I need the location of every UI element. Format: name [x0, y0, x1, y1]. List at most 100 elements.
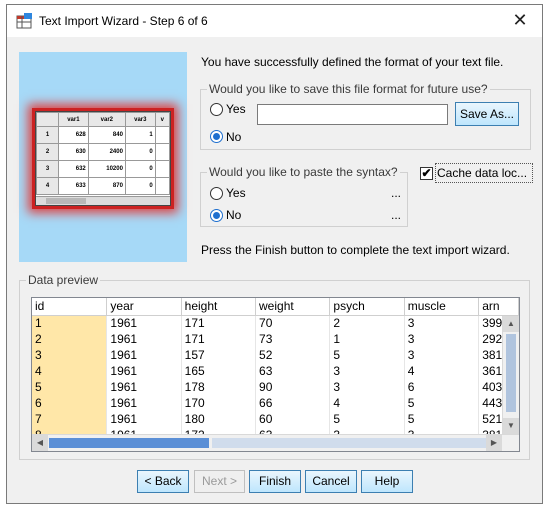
column-header[interactable]: height — [181, 298, 257, 316]
table-row: 2 1961 171 73 1 3 292 — [32, 331, 519, 347]
table-cell: 52 — [255, 347, 331, 363]
cancel-button[interactable]: Cancel — [305, 470, 357, 493]
illustration-cell: 0 — [124, 160, 156, 178]
intro-text: You have successfully defined the format… — [201, 55, 504, 69]
illustration-cell: 10200 — [87, 160, 126, 178]
illustration-cell: 1 — [124, 126, 156, 144]
table-cell: 4 — [404, 363, 480, 379]
column-header[interactable]: psych — [329, 298, 405, 316]
data-preview-grid[interactable]: id year height weight psych muscle arn 1… — [31, 297, 520, 452]
wizard-illustration: var1 var2 var3 v 1 628 840 1 2 630 2400 … — [19, 52, 187, 262]
column-header[interactable]: id — [32, 298, 108, 316]
illustration-cell: 0 — [124, 177, 156, 195]
illustration-row-header: 2 — [36, 143, 59, 161]
illustration-row-header: 4 — [36, 177, 59, 195]
column-header[interactable]: muscle — [404, 298, 480, 316]
preview-header-row: id year height weight psych muscle arn — [32, 298, 519, 316]
save-format-path-field[interactable] — [257, 104, 448, 125]
table-row: 4 1961 165 63 3 4 361 — [32, 363, 519, 379]
title-bar: Text Import Wizard - Step 6 of 6 ✕ — [7, 5, 542, 37]
save-format-yes-label[interactable]: Yes — [226, 102, 246, 116]
scroll-down-icon[interactable]: ▼ — [503, 418, 519, 434]
save-as-button[interactable]: Save As... — [455, 102, 519, 126]
close-icon[interactable]: ✕ — [498, 5, 542, 37]
table-cell: 1 — [32, 315, 108, 331]
scroll-up-icon[interactable]: ▲ — [503, 316, 519, 332]
table-cell: 1961 — [106, 363, 182, 379]
text-import-wizard-dialog: Text Import Wizard - Step 6 of 6 ✕ var1 … — [6, 4, 543, 504]
table-cell: 5 — [404, 395, 480, 411]
paste-syntax-yes-label[interactable]: Yes — [226, 186, 246, 200]
table-row: 6 1961 170 66 4 5 443 — [32, 395, 519, 411]
illustration-scrollbar — [36, 196, 170, 205]
illustration-cell: 870 — [87, 177, 126, 195]
table-cell: 178 — [181, 379, 257, 395]
save-format-yes-radio[interactable] — [210, 103, 223, 116]
table-cell: 171 — [181, 315, 257, 331]
table-cell: 180 — [181, 411, 257, 427]
column-header[interactable]: arn — [478, 298, 519, 316]
illustration-cell: 628 — [58, 126, 89, 144]
horizontal-scroll-track[interactable] — [212, 438, 492, 448]
window-title: Text Import Wizard - Step 6 of 6 — [39, 14, 208, 28]
illustration-cell: 840 — [87, 126, 126, 144]
table-cell: 4 — [32, 363, 108, 379]
table-cell: 5 — [32, 379, 108, 395]
table-cell: 170 — [181, 395, 257, 411]
illustration-cell: 0 — [124, 143, 156, 161]
back-button[interactable]: < Back — [137, 470, 189, 493]
illustration-scroll-thumb — [46, 198, 86, 204]
table-cell: 5 — [329, 411, 405, 427]
illustration-cell — [154, 177, 171, 195]
save-format-no-radio[interactable] — [210, 130, 223, 143]
table-cell: 2 — [32, 331, 108, 347]
cache-data-checkbox[interactable]: ✔ — [420, 167, 433, 180]
table-cell: 3 — [404, 331, 480, 347]
table-cell: 3 — [329, 379, 405, 395]
column-header[interactable]: year — [106, 298, 182, 316]
table-cell: 171 — [181, 331, 257, 347]
preview-horizontal-scrollbar[interactable]: ◀ ▶ — [32, 434, 519, 451]
table-cell: 73 — [255, 331, 331, 347]
table-cell: 90 — [255, 379, 331, 395]
table-cell: 3 — [32, 347, 108, 363]
illustration-cell: 630 — [58, 143, 89, 161]
paste-syntax-yes-radio[interactable] — [210, 187, 223, 200]
table-cell: 2 — [329, 315, 405, 331]
scroll-right-icon[interactable]: ▶ — [486, 435, 502, 451]
next-button[interactable]: Next > — [194, 470, 245, 493]
illustration-corner — [36, 112, 59, 127]
table-cell: 3 — [404, 347, 480, 363]
vertical-scroll-thumb[interactable] — [506, 334, 516, 412]
save-format-legend: Would you like to save this file format … — [207, 82, 490, 96]
save-format-no-label[interactable]: No — [226, 130, 241, 144]
preview-vertical-scrollbar[interactable]: ▲ ▼ — [502, 316, 519, 434]
table-cell: 1961 — [106, 395, 182, 411]
help-button[interactable]: Help — [361, 470, 413, 493]
paste-syntax-no-radio[interactable] — [210, 209, 223, 222]
illustration-cell: 633 — [58, 177, 89, 195]
cache-data-label[interactable]: Cache data loc... — [437, 166, 527, 180]
illustration-cell: 632 — [58, 160, 89, 178]
scroll-left-icon[interactable]: ◀ — [32, 435, 48, 451]
table-cell: 6 — [32, 395, 108, 411]
table-cell: 66 — [255, 395, 331, 411]
illustration-cell — [154, 160, 171, 178]
paste-syntax-no-label[interactable]: No — [226, 208, 241, 222]
table-cell: 165 — [181, 363, 257, 379]
finish-button[interactable]: Finish — [249, 470, 301, 493]
paste-syntax-no-ellipsis: ... — [391, 208, 402, 222]
table-cell: 4 — [329, 395, 405, 411]
table-cell: 6 — [404, 379, 480, 395]
data-preview-table: id year height weight psych muscle arn 1… — [32, 298, 519, 443]
column-header[interactable]: weight — [255, 298, 331, 316]
illustration-cell — [154, 126, 171, 144]
illustration-col: var2 — [87, 112, 126, 127]
table-row: 7 1961 180 60 5 5 521 — [32, 411, 519, 427]
table-row: 1 1961 171 70 2 3 399 — [32, 315, 519, 331]
table-cell: 60 — [255, 411, 331, 427]
horizontal-scroll-thumb[interactable] — [49, 438, 209, 448]
paste-syntax-legend: Would you like to paste the syntax? — [207, 165, 400, 179]
table-cell: 5 — [329, 347, 405, 363]
illustration-cell — [154, 143, 171, 161]
